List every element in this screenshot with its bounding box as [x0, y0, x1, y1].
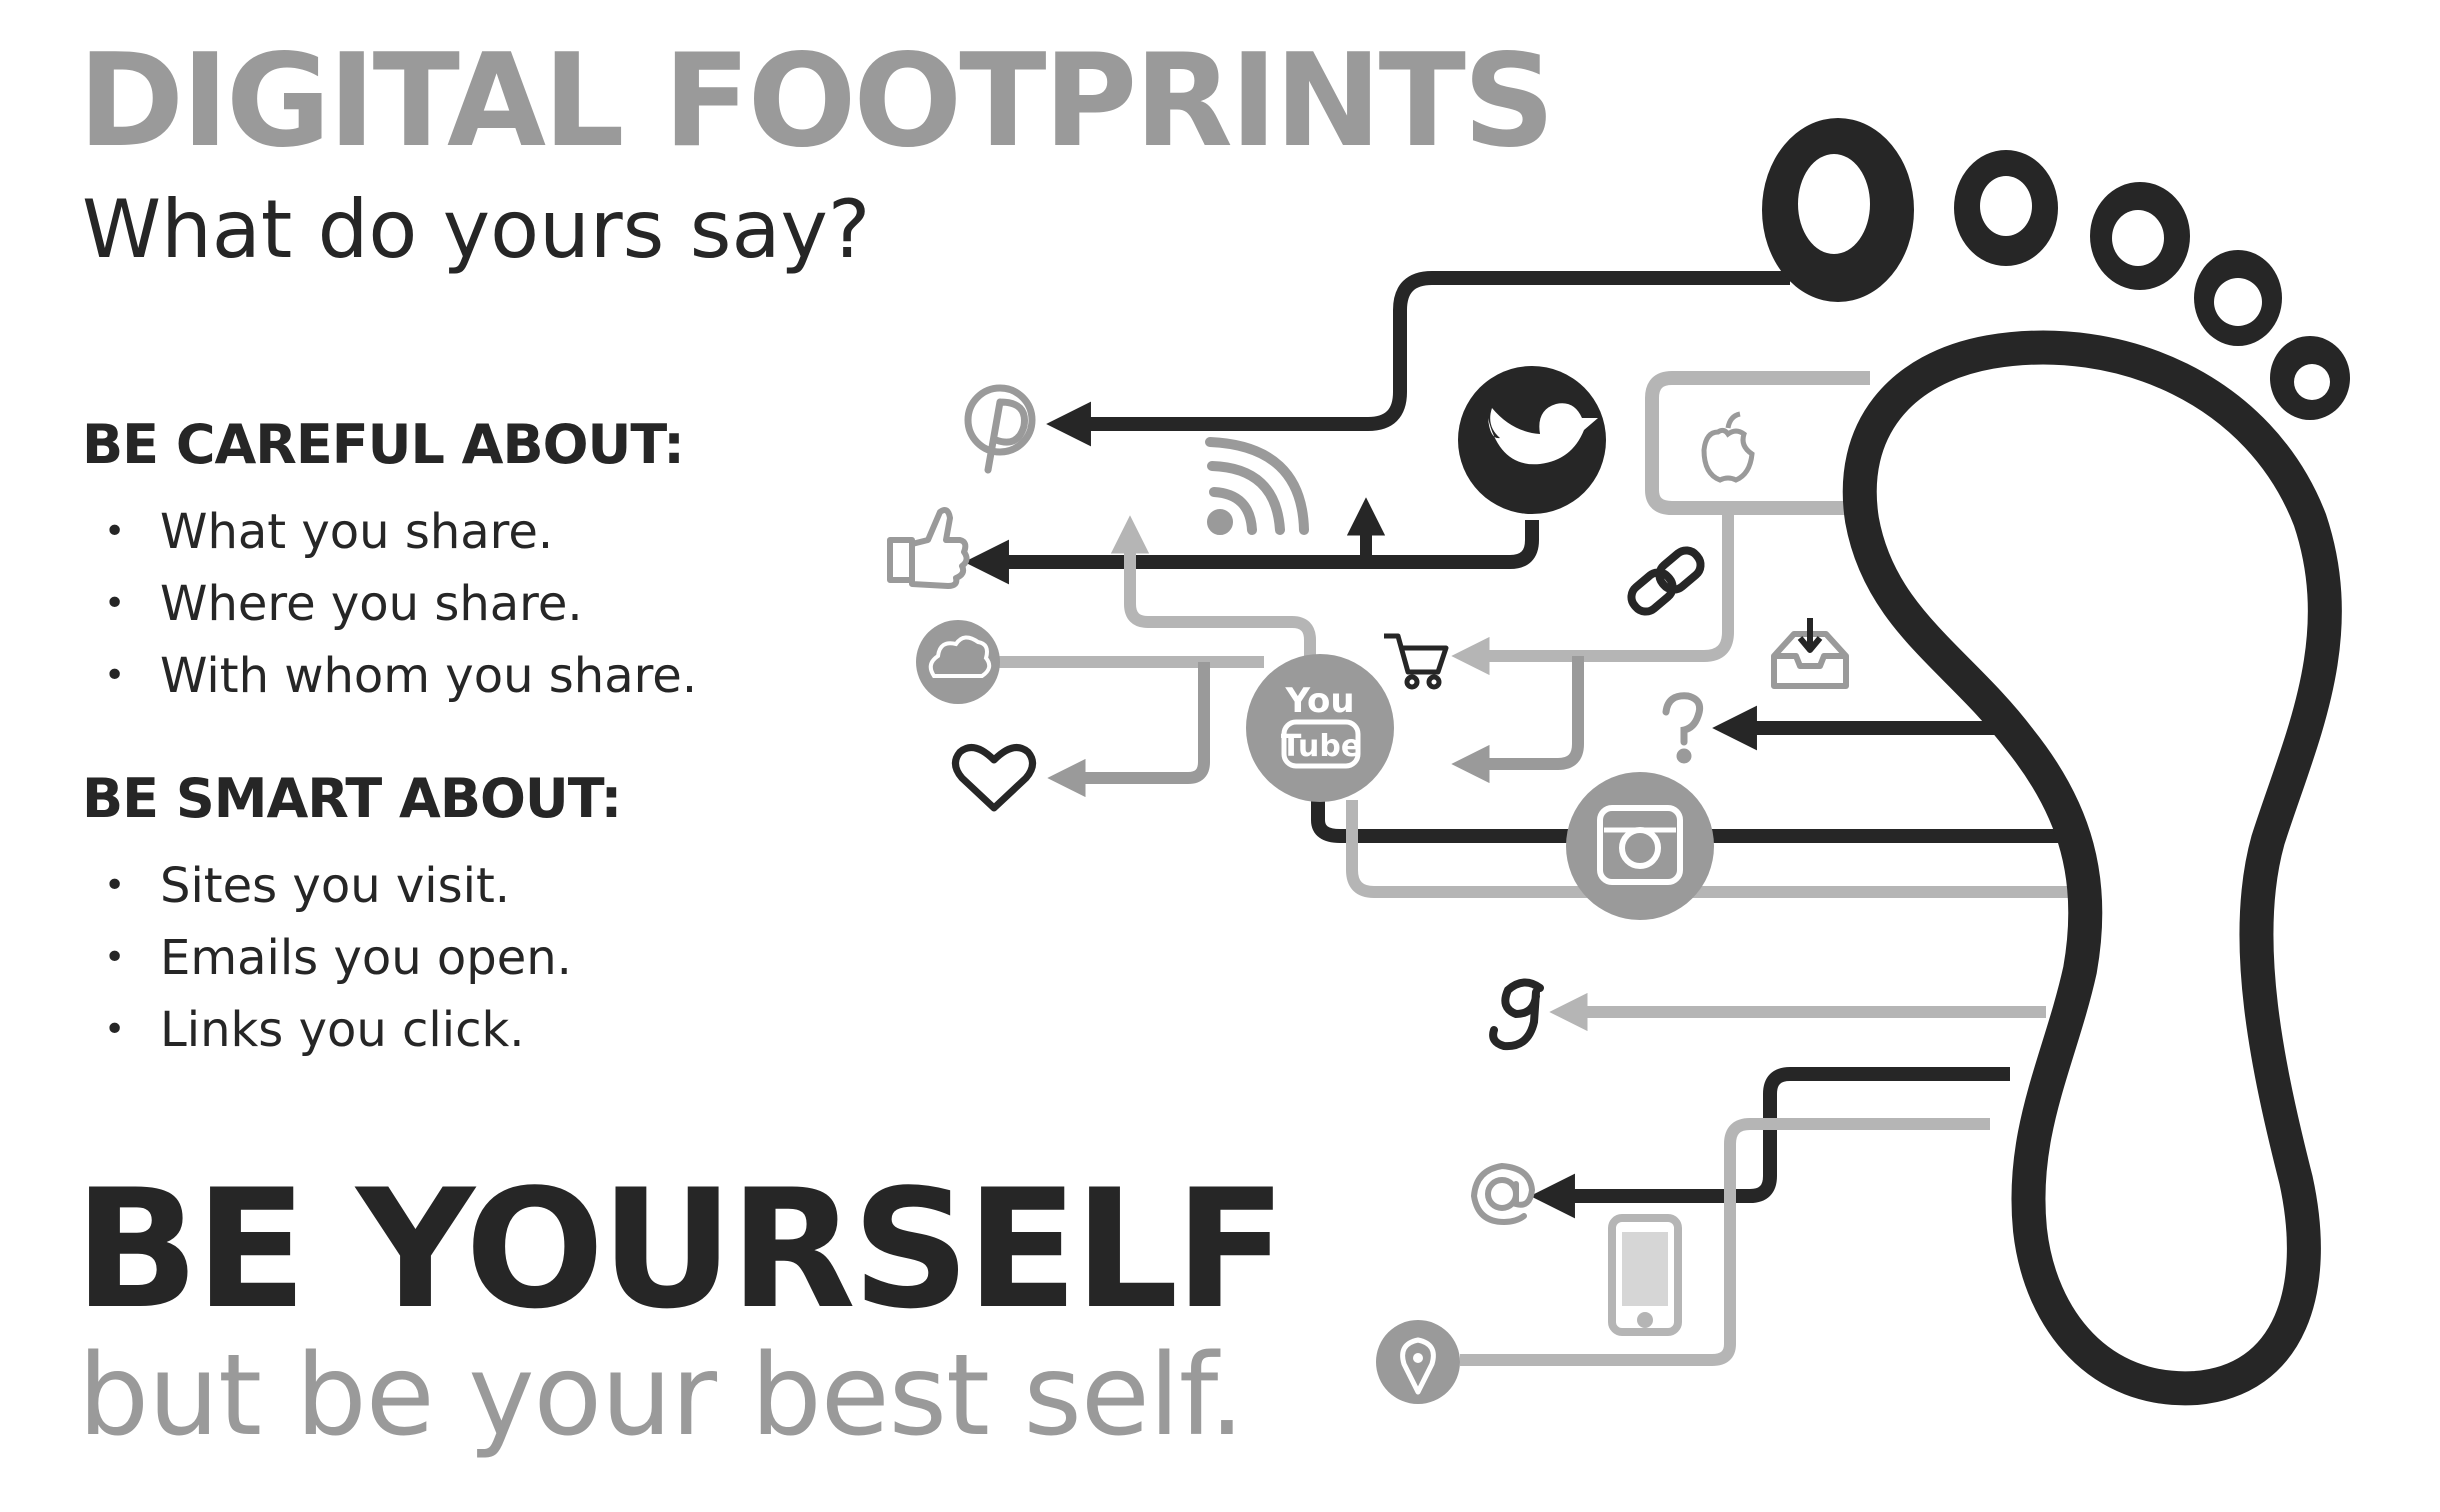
line-to-heart — [1047, 662, 1210, 798]
instagram-icon — [1566, 772, 1714, 920]
twitter-icon — [1458, 366, 1606, 514]
thumbs-up-icon — [887, 507, 970, 589]
footprint-icon — [1762, 118, 2350, 1406]
location-pin-icon — [1376, 1320, 1460, 1404]
apple-icon — [1701, 411, 1755, 483]
line-to-apple-box — [1645, 371, 1870, 515]
heart-icon — [952, 744, 1036, 812]
youtube-logo-tube: Tube — [1281, 729, 1361, 764]
google-icon — [1489, 978, 1544, 1051]
line-to-pinterest — [1046, 271, 1790, 447]
line-to-cart-2 — [1451, 656, 1584, 784]
question-icon — [1662, 692, 1704, 764]
at-icon — [1470, 1162, 1536, 1226]
line-to-location — [1460, 1118, 1990, 1366]
line-to-at — [1530, 1067, 2010, 1219]
footprint-graphic: You Tube — [887, 118, 2350, 1406]
youtube-logo-you: You — [1284, 681, 1354, 721]
youtube-icon: You Tube — [1246, 654, 1394, 802]
pinterest-icon — [964, 384, 1036, 474]
download-icon — [1771, 618, 1849, 689]
shopping-cart-icon — [1384, 633, 1449, 690]
line-to-thumbs-up — [964, 520, 1539, 585]
line-from-youtube-light — [1346, 800, 2090, 898]
cloud-icon — [916, 620, 1000, 704]
rss-icon — [1205, 437, 1309, 535]
link-icon — [1627, 546, 1705, 616]
mobile-phone-icon — [1608, 1214, 1682, 1336]
